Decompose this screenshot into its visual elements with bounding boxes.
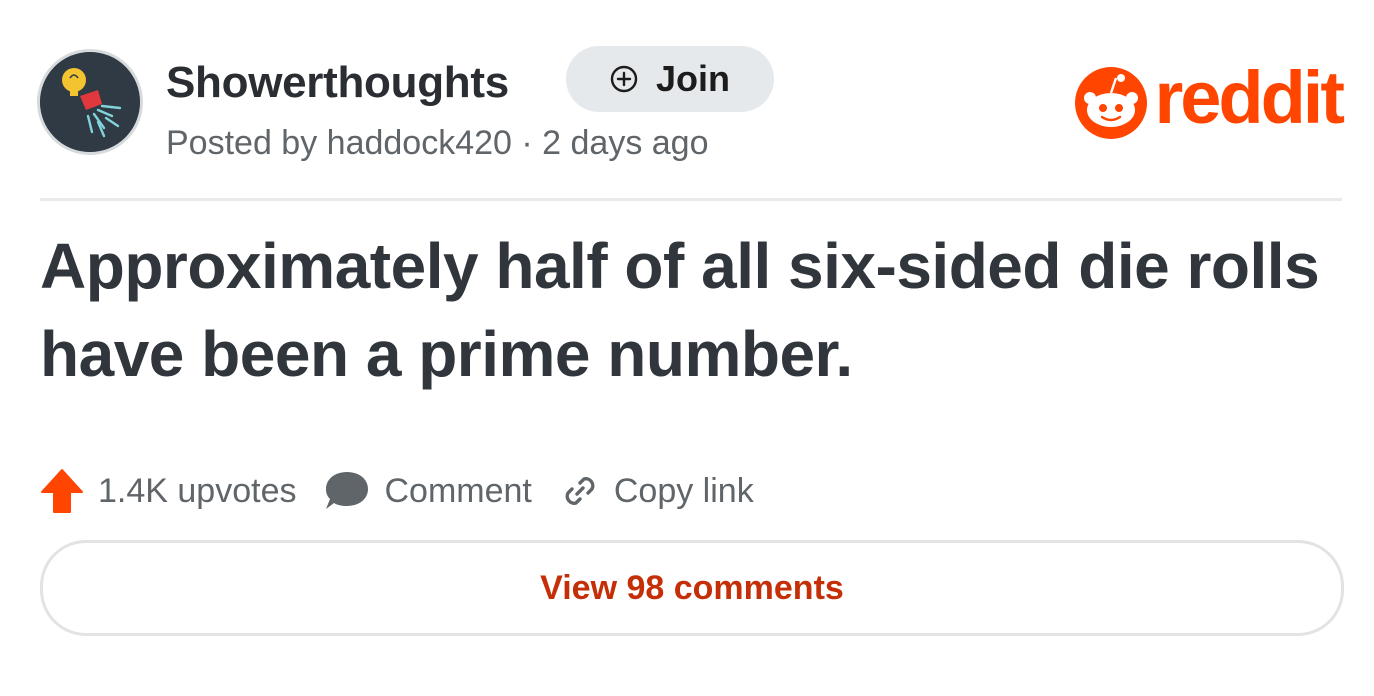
plus-circle-icon	[610, 65, 638, 93]
arrow-up-icon	[41, 469, 83, 513]
join-label: Join	[655, 58, 730, 99]
view-comments-label: View 98 comments	[540, 568, 844, 607]
copy-link-action[interactable]: Copy link	[560, 471, 754, 511]
subreddit-name[interactable]: Showerthoughts	[166, 58, 509, 108]
join-button[interactable]: Join	[566, 46, 774, 112]
copy-link-label: Copy link	[613, 471, 754, 510]
header-divider	[40, 198, 1342, 201]
showerhead-lightbulb-icon	[40, 52, 140, 152]
post-header: Showerthoughts Join Posted by haddock420…	[40, 40, 1345, 170]
subreddit-avatar[interactable]	[40, 52, 140, 152]
chain-link-icon	[565, 477, 595, 505]
snoo-icon	[1075, 67, 1148, 139]
view-comments-button[interactable]: View 98 comments	[40, 540, 1344, 636]
comment-label: Comment	[384, 471, 532, 510]
post-actions: 1.4K upvotes Comment Copy link	[40, 466, 782, 516]
reddit-wordmark: reddit	[1154, 56, 1345, 139]
post-title[interactable]: Approximately half of all six-sided die …	[40, 222, 1340, 398]
reddit-logo[interactable]: reddit	[1074, 61, 1345, 140]
upvote-count: 1.4K upvotes	[98, 471, 297, 510]
speech-bubble-icon	[326, 472, 369, 509]
upvote-action[interactable]: 1.4K upvotes	[40, 468, 296, 514]
posted-by-line: Posted by haddock420 · 2 days ago	[166, 124, 709, 162]
comment-action[interactable]: Comment	[324, 469, 532, 513]
